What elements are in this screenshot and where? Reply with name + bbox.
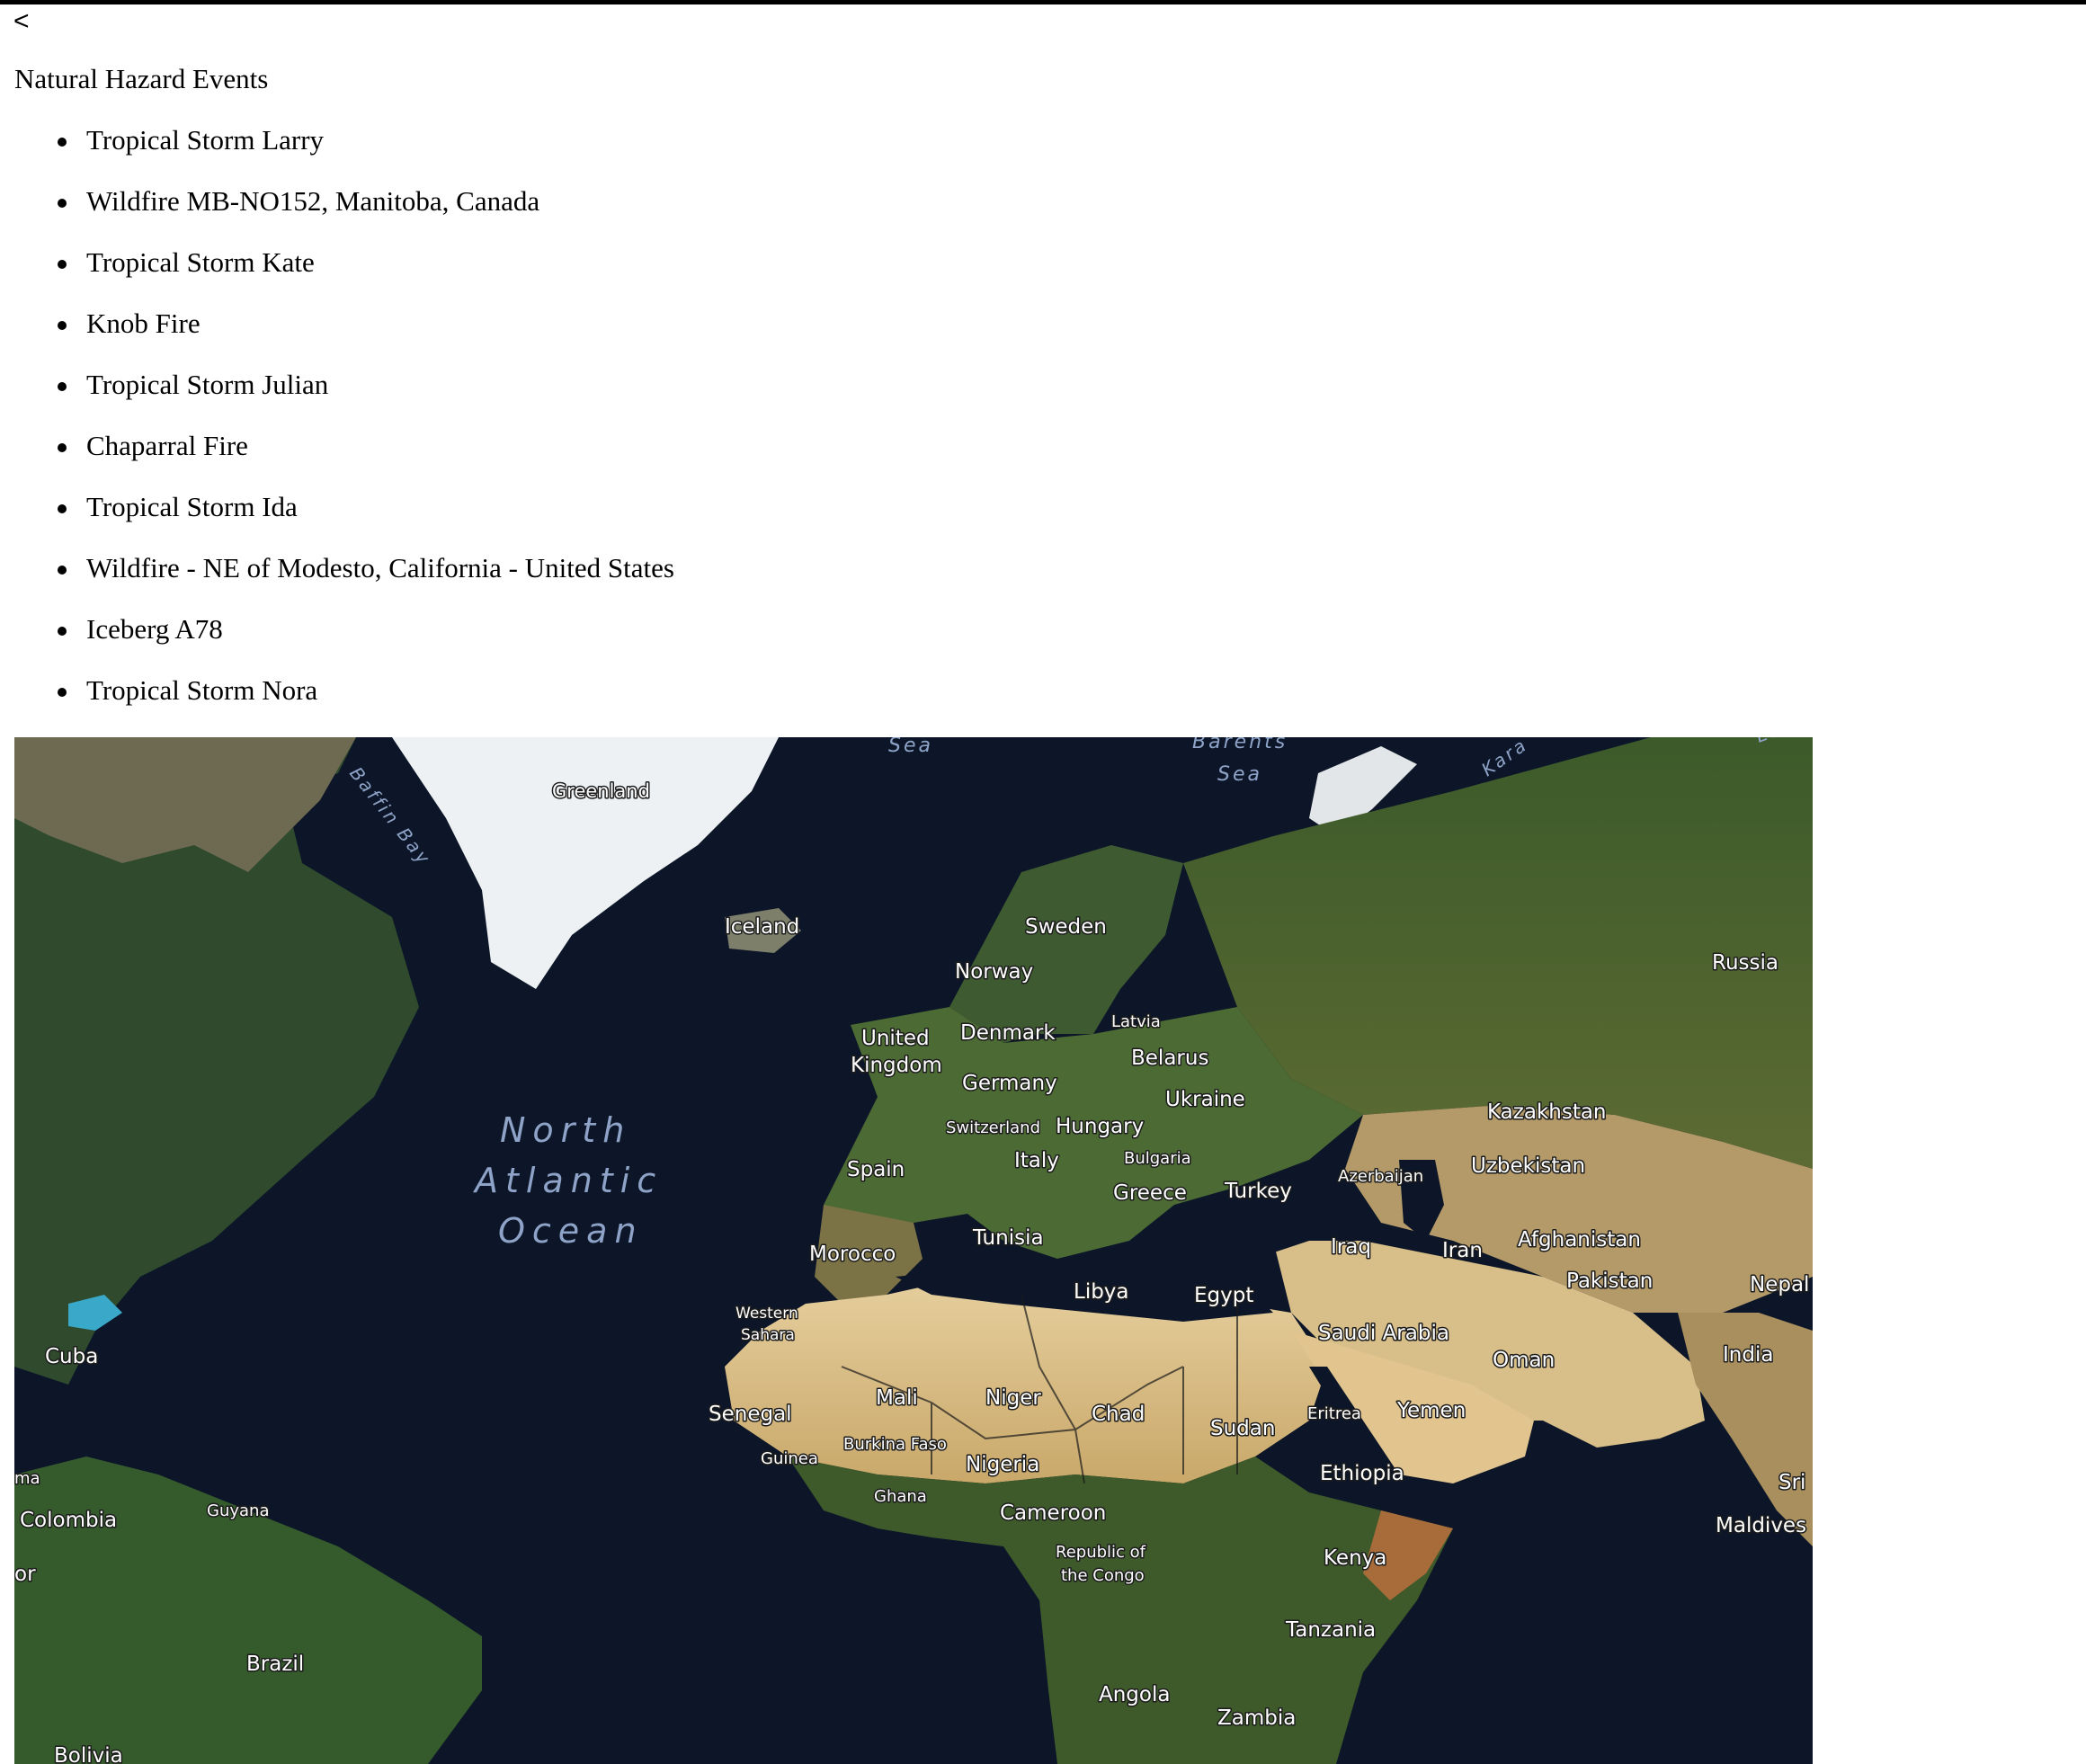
map-label-bulgaria: Bulgaria bbox=[1124, 1149, 1191, 1168]
map-label-sudan: Sudan bbox=[1210, 1417, 1275, 1440]
event-list: Tropical Storm Larry Wildfire MB-NO152, … bbox=[0, 120, 674, 732]
map-label-congo-line1: Republic of bbox=[1056, 1543, 1146, 1562]
map-label-kenya: Kenya bbox=[1324, 1546, 1386, 1570]
map-label-turkey: Turkey bbox=[1224, 1180, 1292, 1203]
map-label-norwegian-sea-fragment: Sea bbox=[888, 737, 933, 757]
map-label-united-kingdom-line2: Kingdom bbox=[851, 1054, 942, 1077]
map-label-libya: Libya bbox=[1074, 1280, 1129, 1304]
event-item-manitoba-wildfire[interactable]: Wildfire MB-NO152, Manitoba, Canada bbox=[0, 182, 674, 243]
map-label-bolivia: Bolivia bbox=[54, 1744, 123, 1764]
map-label-sri-lanka-fragment: Sri bbox=[1778, 1471, 1805, 1494]
map-label-ecuador-fragment: or bbox=[14, 1563, 36, 1586]
map-label-chad: Chad bbox=[1092, 1403, 1145, 1426]
map-label-denmark: Denmark bbox=[960, 1021, 1056, 1045]
map-label-italy: Italy bbox=[1014, 1149, 1059, 1172]
map-label-maldives: Maldives bbox=[1716, 1514, 1806, 1537]
map-label-pakistan: Pakistan bbox=[1566, 1270, 1653, 1293]
map-label-north-atlantic-line2: Atlantic bbox=[472, 1161, 663, 1200]
event-item-modesto-wildfire[interactable]: Wildfire - NE of Modesto, California - U… bbox=[0, 548, 674, 610]
map-label-saudi-arabia: Saudi Arabia bbox=[1318, 1322, 1449, 1345]
event-item-chaparral-fire[interactable]: Chaparral Fire bbox=[0, 426, 674, 487]
map-label-sweden: Sweden bbox=[1025, 915, 1107, 939]
map-label-barents-sea-line1: Barents bbox=[1192, 737, 1288, 753]
map-label-tanzania: Tanzania bbox=[1285, 1618, 1376, 1642]
event-item-larry[interactable]: Tropical Storm Larry bbox=[0, 120, 674, 182]
map-canvas[interactable]: Sea Barents Sea Kara Laptev Baffin Bay N… bbox=[14, 737, 1813, 1764]
map-label-colombia: Colombia bbox=[20, 1509, 117, 1532]
event-item-nora[interactable]: Tropical Storm Nora bbox=[0, 671, 674, 732]
map-label-afghanistan: Afghanistan bbox=[1518, 1228, 1641, 1252]
map-label-barents-sea-line2: Sea bbox=[1217, 763, 1262, 786]
map-label-north-atlantic-line3: Ocean bbox=[498, 1211, 644, 1251]
map-label-guyana: Guyana bbox=[207, 1501, 269, 1520]
map-label-hungary: Hungary bbox=[1056, 1115, 1144, 1138]
map-label-mali: Mali bbox=[876, 1386, 918, 1410]
map-label-india: India bbox=[1723, 1343, 1773, 1367]
back-button[interactable]: < bbox=[13, 4, 49, 40]
map-label-norway: Norway bbox=[955, 960, 1033, 984]
map-label-morocco: Morocco bbox=[809, 1243, 896, 1266]
map-label-russia: Russia bbox=[1712, 951, 1778, 975]
top-border bbox=[0, 0, 2086, 4]
map-label-greenland: Greenland bbox=[552, 780, 650, 802]
map-label-iran: Iran bbox=[1442, 1239, 1483, 1262]
map-label-uzbekistan: Uzbekistan bbox=[1471, 1154, 1585, 1178]
map-label-united-kingdom-line1: United bbox=[861, 1027, 930, 1050]
event-item-iceberg-a78[interactable]: Iceberg A78 bbox=[0, 610, 674, 671]
map-label-belarus: Belarus bbox=[1131, 1047, 1208, 1070]
map-label-western-sahara-line2: Sahara bbox=[741, 1326, 795, 1344]
map-label-cameroon: Cameroon bbox=[1000, 1501, 1106, 1525]
satellite-map[interactable]: Sea Barents Sea Kara Laptev Baffin Bay N… bbox=[14, 737, 1813, 1764]
event-item-kate[interactable]: Tropical Storm Kate bbox=[0, 243, 674, 304]
event-item-knob-fire[interactable]: Knob Fire bbox=[0, 304, 674, 365]
map-label-ghana: Ghana bbox=[874, 1487, 927, 1506]
map-label-ukraine: Ukraine bbox=[1165, 1088, 1245, 1111]
event-item-julian[interactable]: Tropical Storm Julian bbox=[0, 365, 674, 426]
map-label-panama-fragment: ma bbox=[14, 1469, 40, 1488]
page-title: Natural Hazard Events bbox=[14, 63, 269, 94]
map-label-yemen: Yemen bbox=[1396, 1399, 1466, 1422]
map-label-latvia: Latvia bbox=[1111, 1012, 1161, 1031]
map-label-greece: Greece bbox=[1113, 1181, 1187, 1205]
map-label-oman: Oman bbox=[1493, 1349, 1555, 1372]
map-label-spain: Spain bbox=[847, 1158, 905, 1181]
map-label-niger: Niger bbox=[985, 1386, 1041, 1410]
map-label-kazakhstan: Kazakhstan bbox=[1487, 1100, 1607, 1124]
map-label-brazil: Brazil bbox=[246, 1653, 304, 1676]
map-label-senegal: Senegal bbox=[709, 1403, 792, 1426]
map-label-iceland: Iceland bbox=[725, 915, 799, 939]
map-label-egypt: Egypt bbox=[1194, 1284, 1253, 1307]
map-label-zambia: Zambia bbox=[1217, 1706, 1296, 1730]
map-label-cuba: Cuba bbox=[45, 1345, 98, 1368]
map-label-eritrea: Eritrea bbox=[1307, 1404, 1361, 1423]
map-label-iraq: Iraq bbox=[1331, 1235, 1371, 1259]
map-label-switzerland: Switzerland bbox=[946, 1118, 1040, 1137]
map-label-western-sahara-line1: Western bbox=[735, 1305, 798, 1323]
map-label-ethiopia: Ethiopia bbox=[1320, 1462, 1404, 1485]
event-item-ida[interactable]: Tropical Storm Ida bbox=[0, 487, 674, 548]
map-label-guinea: Guinea bbox=[761, 1449, 818, 1468]
map-label-germany: Germany bbox=[962, 1072, 1057, 1095]
map-label-burkina-faso: Burkina Faso bbox=[843, 1435, 947, 1454]
map-label-nepal: Nepal bbox=[1750, 1273, 1809, 1296]
map-label-congo-line2: the Congo bbox=[1061, 1566, 1145, 1585]
map-label-north-atlantic-line1: North bbox=[500, 1110, 631, 1150]
map-label-azerbaijan: Azerbaijan bbox=[1338, 1167, 1423, 1186]
map-label-tunisia: Tunisia bbox=[972, 1226, 1044, 1250]
map-label-nigeria: Nigeria bbox=[966, 1453, 1039, 1476]
map-label-angola: Angola bbox=[1099, 1683, 1170, 1706]
